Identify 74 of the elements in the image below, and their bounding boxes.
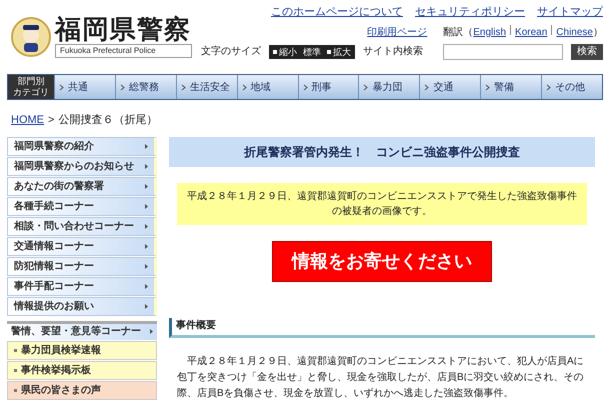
category-tab[interactable]: その他 [541,75,602,99]
site-title: 福岡県警察 [55,16,192,42]
header-link[interactable]: このホームページについて [271,4,403,20]
site-subtitle: Fukuoka Prefectural Police [55,44,192,58]
category-tab[interactable]: 地域 [236,75,298,99]
bullet-icon [14,388,17,392]
paren-open: （ [463,26,474,40]
category-tab[interactable]: 交通 [419,75,480,99]
print-page-link[interactable]: 印刷用ページ [367,24,428,40]
font-size-option[interactable]: 縮小 [273,44,297,58]
category-tab[interactable]: 総警務 [114,75,176,99]
chevron-icon [145,144,148,148]
header-link[interactable]: セキュリティポリシー [415,4,525,20]
breadcrumb-current: 公開捜査６（折尾） [58,113,158,128]
sidebar-menu-item[interactable]: 福岡県警察の紹介 [7,136,157,156]
chevron-icon [150,329,153,334]
chevron-icon [145,244,148,248]
header-link[interactable]: サイトマップ [537,4,603,20]
notice-box: 平成２８年１月２９日、遠賀郡遠賀町のコンビニエンスストアで発生した強盗致傷事件の被疑者の画像です。 [177,182,587,224]
bullet-icon [14,348,17,352]
sidebar-menu-item[interactable]: 福岡県警察からのお知らせ [7,156,157,176]
language-link[interactable]: Chinese [556,24,593,40]
breadcrumb-separator: > [48,113,54,128]
chevron-icon [485,84,490,90]
font-size-label: 文字のサイズ [201,44,261,59]
chevron-icon [145,264,148,268]
sidebar-submenu-item[interactable]: 事件検挙掲示板 [7,360,157,380]
category-tab[interactable]: 警備 [480,75,542,99]
language-link[interactable]: English [473,24,506,40]
bullet-icon [327,50,331,54]
search-field[interactable] [443,44,563,60]
chevron-icon [145,224,148,228]
incident-summary: 平成２８年１月２９日、遠賀郡遠賀町のコンビニエンスストアにおいて、犯人が店員Aに包丁を突きつけ「金を出せ」と脅し、現金を強取したが、店員Bに羽交い絞めにされ、その際、店員Bを負傷させ、現金を放置し、いずれかへ逃走した強盗致傷事件。 [176,354,585,400]
sidebar-menu-item[interactable]: 各種手続コーナー [7,196,157,216]
category-tab[interactable]: 暴力団 [358,75,420,99]
category-tab[interactable]: 共通 [54,75,115,99]
chevron-icon [145,184,148,188]
chevron-icon [145,284,148,288]
chevron-icon [145,164,148,168]
chevron-icon [145,304,148,308]
category-tab[interactable]: 生活安全 [176,75,237,99]
translation-label: 翻訳 [443,26,464,40]
chevron-icon [424,84,430,90]
font-size-option[interactable]: 標準 [303,44,321,58]
sidebar-menu-item[interactable]: 相談・問い合わせコーナー [7,216,157,236]
sidebar-menu-item[interactable]: 交通情報コーナー [7,236,157,256]
sidebar-menu-item[interactable]: 防犯情報コーナー [7,256,157,276]
category-tab[interactable]: 刑事 [298,75,358,99]
chevron-icon [145,204,148,208]
section-heading: 事件概要 [169,318,595,338]
chevron-icon [546,84,552,90]
search-button[interactable]: 検索 [571,44,603,60]
chevron-icon [363,84,368,90]
bullet-icon [14,368,17,372]
font-size-option[interactable]: 拡大 [327,44,351,58]
page-title: 折尾警察署管内発生！ コンビニ強盗事件公開捜査 [169,136,595,166]
sidebar-submenu-item[interactable]: 暴力団員検挙速報 [7,340,157,360]
sidebar-menu-item[interactable]: 事件手配コーナー [7,276,157,296]
chevron-icon [59,84,64,90]
chevron-icon [302,84,308,90]
breadcrumb-home-link[interactable]: HOME [11,112,44,128]
language-link[interactable]: Korean [515,24,548,40]
sidebar-menu-item[interactable]: 情報提供のお願い [7,296,157,316]
police-mascot-icon [11,17,51,57]
chevron-icon [242,84,247,90]
sidebar-submenu-item[interactable]: 県民の皆さまの声 [7,380,157,400]
call-for-information-button[interactable]: 情報をお寄せください [272,240,492,282]
chevron-icon [180,84,186,90]
paren-close: ） [593,26,603,40]
bullet-icon [273,50,277,54]
chevron-icon [120,84,125,90]
category-heading: 部門別 カテゴリ [8,75,54,99]
search-label: サイト内検索 [363,44,423,59]
sidebar-menu-item[interactable]: あなたの街の警察署 [7,176,157,196]
